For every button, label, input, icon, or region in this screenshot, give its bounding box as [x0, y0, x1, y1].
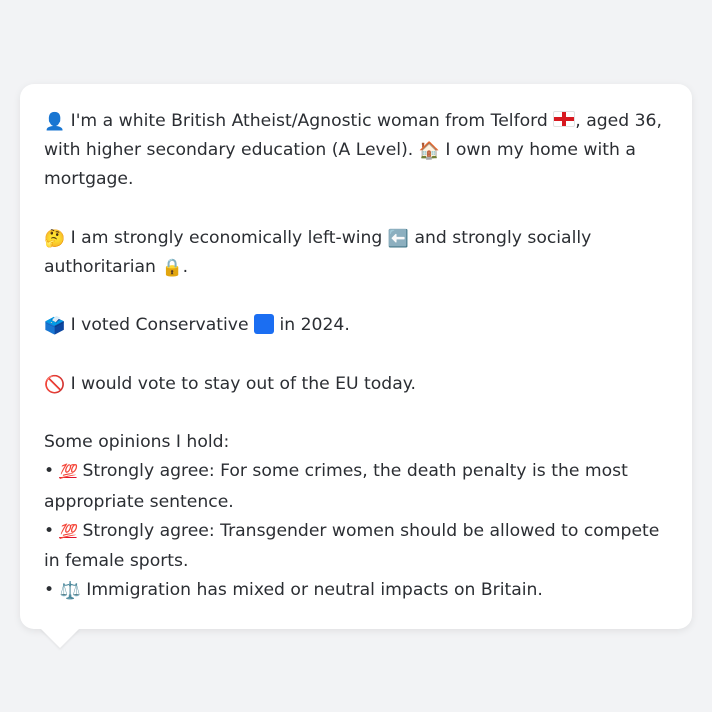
vote-text: I voted Conservative — [70, 315, 249, 336]
profile-intro: 👤 I'm a white British Atheist/Agnostic w… — [44, 107, 668, 195]
opinion-item: • 💯 Strongly agree: For some crimes, the… — [44, 457, 668, 516]
intro-text: I'm a white British Atheist/Agnostic wom… — [70, 111, 548, 131]
opinion-text: Immigration has mixed or neutral impacts… — [86, 580, 543, 601]
opinion-item: • 💯 Strongly agree: Transgender women sh… — [44, 517, 668, 576]
vote-year: in 2024. — [279, 315, 350, 336]
economic-text: I am strongly economically left-wing — [70, 227, 383, 248]
profile-card: 👤 I'm a white British Atheist/Agnostic w… — [20, 84, 692, 629]
speech-bubble-tail — [40, 628, 80, 648]
eu-text: I would vote to stay out of the EU today… — [70, 373, 416, 394]
england-flag-icon — [553, 111, 576, 127]
hundred-points-icon: 💯 — [58, 523, 79, 540]
bullet: • — [44, 520, 55, 541]
eu-stance: 🚫 I would vote to stay out of the EU tod… — [44, 370, 668, 399]
opinions-heading: Some opinions I hold: — [44, 432, 230, 453]
opinion-item: • ⚖️ Immigration has mixed or neutral im… — [44, 576, 668, 605]
blue-square-icon — [254, 314, 274, 335]
balance-scale-icon: ⚖️ — [59, 581, 81, 602]
hundred-points-icon: 💯 — [58, 464, 79, 481]
vote-history: 🗳️ I voted Conservative in 2024. — [44, 311, 668, 340]
left-arrow-icon: ⬅️ — [387, 228, 409, 249]
prohibited-icon: 🚫 — [44, 374, 66, 395]
opinion-text: Strongly agree: Transgender women should… — [44, 520, 660, 571]
ballot-box-icon: 🗳️ — [44, 316, 66, 337]
house-icon: 🏠 — [418, 141, 440, 162]
thinking-face-icon: 🤔 — [44, 228, 66, 249]
lock-icon: 🔒 — [161, 258, 183, 278]
political-position: 🤔 I am strongly economically left-wing ⬅… — [44, 224, 668, 282]
opinion-text: Strongly agree: For some crimes, the dea… — [44, 461, 628, 512]
bullet: • — [44, 461, 55, 482]
position-period: . — [182, 257, 189, 277]
bullet: • — [44, 580, 55, 601]
person-icon: 👤 — [44, 112, 66, 132]
